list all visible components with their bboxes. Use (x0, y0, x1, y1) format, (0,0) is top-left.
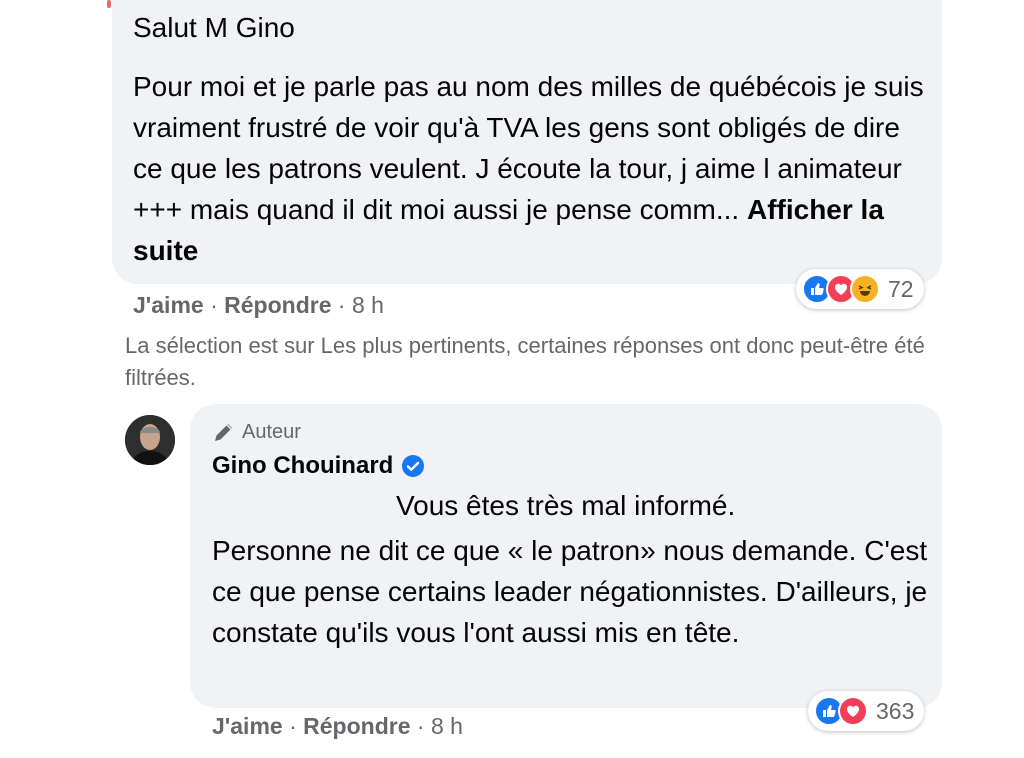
separator: · (210, 292, 225, 318)
author-badge-label: Auteur (242, 421, 301, 443)
like-link[interactable]: J'aime (133, 292, 204, 318)
timestamp[interactable]: 8 h (352, 292, 384, 318)
reply-first-line: Vous êtes très mal informé. (396, 490, 736, 521)
like-link[interactable]: J'aime (212, 713, 283, 739)
thread-line (107, 0, 111, 8)
author-name[interactable]: Gino Chouinard (212, 451, 425, 481)
author-name-text[interactable]: Gino Chouinard (212, 451, 393, 481)
love-icon (838, 696, 868, 726)
reply-actions: J'aime · Répondre · 8 h (212, 712, 463, 740)
comment-greeting: Salut M Gino (133, 12, 295, 43)
comment-reactions[interactable]: 72 (796, 269, 924, 309)
timestamp[interactable]: 8 h (431, 713, 463, 739)
reply-body: Personne ne dit ce que « le patron» nous… (212, 535, 928, 648)
comment-actions: J'aime · Répondre · 8 h (133, 291, 384, 319)
separator: · (416, 713, 431, 739)
separator: · (337, 292, 352, 318)
verified-badge-icon (401, 454, 425, 478)
reply-link[interactable]: Répondre (303, 713, 410, 739)
author-badge: Auteur (212, 420, 301, 444)
reply-reactions[interactable]: 363 (808, 691, 925, 731)
pencil-icon (215, 424, 232, 441)
comment-body: Pour moi et je parle pas au nom des mill… (133, 66, 933, 271)
reaction-count: 363 (876, 697, 915, 724)
separator: · (289, 713, 304, 739)
reply-link[interactable]: Répondre (224, 292, 331, 318)
avatar[interactable] (125, 415, 175, 465)
filter-notice: La sélection est sur Les plus pertinents… (125, 333, 925, 390)
haha-icon (850, 274, 880, 304)
reaction-count: 72 (888, 275, 914, 302)
